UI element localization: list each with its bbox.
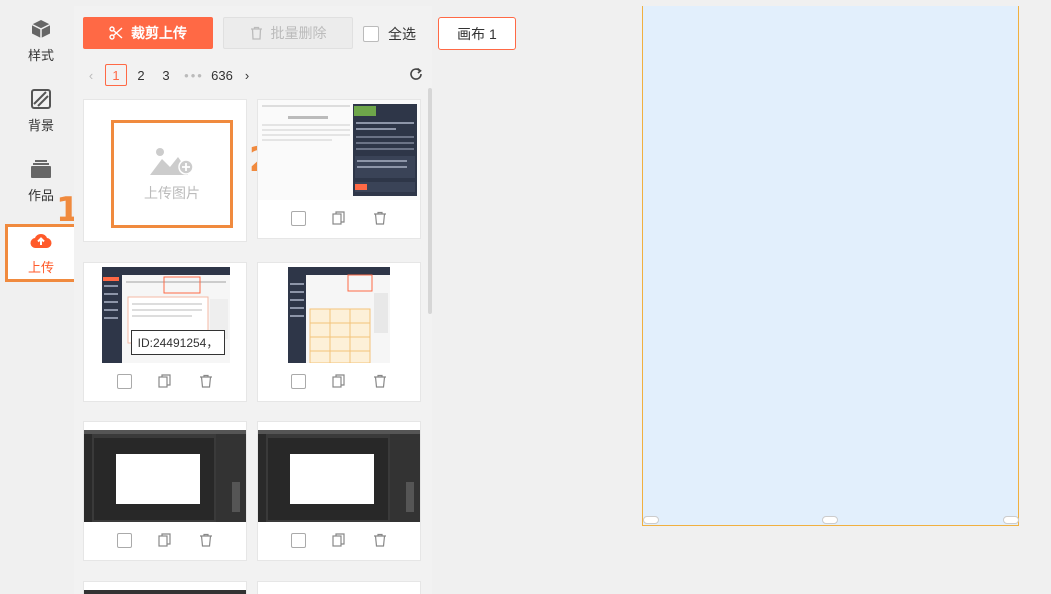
copy-icon[interactable] <box>332 533 346 547</box>
image-card[interactable] <box>257 262 421 402</box>
copy-icon[interactable] <box>332 374 346 388</box>
select-all[interactable]: 全选 <box>363 24 416 44</box>
image-thumbnail[interactable] <box>84 582 246 594</box>
batch-delete-label: 批量删除 <box>270 25 327 41</box>
image-thumbnail[interactable] <box>84 422 246 522</box>
prev-page-icon[interactable]: ‹ <box>80 64 102 86</box>
resize-handle-center[interactable] <box>822 516 838 524</box>
batch-delete-button[interactable]: 批量删除 <box>223 17 353 49</box>
page-3[interactable]: 3 <box>155 64 177 86</box>
card-checkbox[interactable] <box>117 373 133 389</box>
trash-icon[interactable] <box>373 533 387 547</box>
upload-image-label: 上传图片 <box>144 185 200 201</box>
pagination: ‹ 1 2 3 ••• 636 › <box>80 64 261 86</box>
card-checkbox[interactable] <box>291 373 307 389</box>
copy-icon[interactable] <box>158 533 172 547</box>
crop-upload-label: 裁剪上传 <box>131 25 187 41</box>
left-rail: 样式 背景 作品 上传 1 <box>0 0 80 594</box>
card-actions <box>258 206 420 230</box>
crop-upload-button[interactable]: 裁剪上传 <box>83 17 213 49</box>
card-actions <box>258 369 420 393</box>
rail-item-background[interactable]: 背景 <box>5 82 77 140</box>
rail-item-style[interactable]: 样式 <box>5 12 77 70</box>
resize-handle-right[interactable] <box>1003 516 1019 524</box>
page-last[interactable]: 636 <box>211 64 233 86</box>
rail-item-label: 作品 <box>27 188 54 203</box>
card-actions <box>84 528 246 552</box>
trash-icon <box>250 26 262 40</box>
background-icon <box>31 89 51 109</box>
trash-icon[interactable] <box>373 211 387 225</box>
rail-item-upload[interactable]: 上传 <box>5 224 77 282</box>
image-id-tooltip: ID:24491254， <box>131 330 225 355</box>
select-all-label: 全选 <box>388 26 416 42</box>
upload-card[interactable]: 上传图片 <box>83 99 247 242</box>
image-card[interactable] <box>257 581 421 594</box>
card-checkbox[interactable] <box>291 210 307 226</box>
image-thumbnail[interactable] <box>258 422 420 522</box>
page-ellipsis[interactable]: ••• <box>180 64 208 86</box>
card-actions <box>258 528 420 552</box>
image-thumbnail[interactable] <box>258 263 420 363</box>
cloud-upload-icon <box>30 234 52 249</box>
cube-icon <box>31 20 51 38</box>
refresh-icon[interactable] <box>408 66 424 82</box>
artboard[interactable] <box>642 6 1019 526</box>
page-2[interactable]: 2 <box>130 64 152 86</box>
upload-image-button[interactable]: 上传图片 <box>111 120 233 228</box>
rail-item-label: 样式 <box>27 48 54 63</box>
trash-icon[interactable] <box>199 533 213 547</box>
copy-icon[interactable] <box>332 211 346 225</box>
resize-handle-left[interactable] <box>643 516 659 524</box>
scrollbar[interactable] <box>428 88 432 314</box>
page-1[interactable]: 1 <box>105 64 127 86</box>
copy-icon[interactable] <box>158 374 172 388</box>
trash-icon[interactable] <box>373 374 387 388</box>
image-card[interactable] <box>83 421 247 561</box>
trash-icon[interactable] <box>199 374 213 388</box>
rail-item-label: 背景 <box>27 118 54 133</box>
next-page-icon[interactable]: › <box>236 64 258 86</box>
image-add-icon <box>150 148 194 175</box>
card-actions <box>84 369 246 393</box>
image-card[interactable] <box>257 99 421 239</box>
card-checkbox[interactable] <box>291 532 307 548</box>
works-icon <box>31 160 51 178</box>
select-all-checkbox[interactable] <box>363 26 379 42</box>
scissors-icon <box>109 26 123 40</box>
rail-item-label: 上传 <box>27 260 54 275</box>
image-card[interactable] <box>83 581 247 594</box>
image-thumbnail[interactable] <box>258 100 420 200</box>
image-card[interactable] <box>257 421 421 561</box>
card-checkbox[interactable] <box>117 532 133 548</box>
canvas-tab[interactable]: 画布 1 <box>438 17 516 50</box>
